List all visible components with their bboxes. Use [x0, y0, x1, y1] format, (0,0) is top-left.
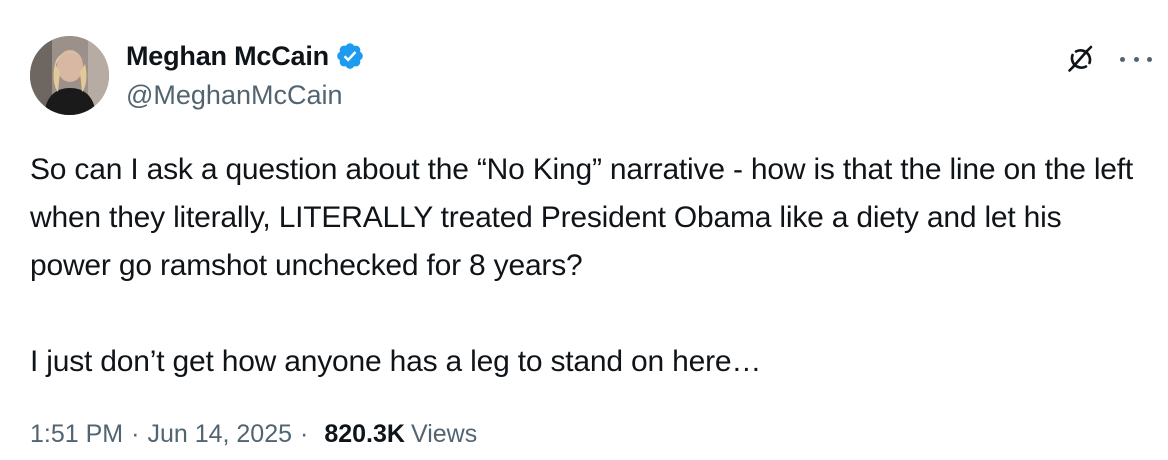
- meta-separator: ·: [131, 420, 140, 448]
- tweet-time[interactable]: 1:51 PM: [30, 420, 123, 449]
- tweet-meta: 1:51 PM · Jun 14, 2025 · 820.3K Views: [30, 420, 477, 449]
- more-options-icon[interactable]: [1120, 51, 1152, 67]
- grok-icon[interactable]: [1064, 42, 1098, 76]
- author-block: Meghan McCain @MeghanMcCain: [126, 38, 365, 111]
- tweet-text: So can I ask a question about the “No Ki…: [30, 146, 1140, 386]
- views-label: Views: [410, 420, 478, 448]
- tweet-paragraph-2: I just don’t get how anyone has a leg to…: [30, 345, 762, 378]
- avatar[interactable]: [30, 36, 109, 115]
- top-actions: [1064, 42, 1152, 76]
- views-count[interactable]: 820.3K: [324, 420, 405, 449]
- name-row: Meghan McCain: [126, 38, 365, 74]
- tweet-paragraph-1: So can I ask a question about the “No Ki…: [30, 153, 1142, 282]
- avatar-image: [30, 36, 109, 115]
- meta-separator: ·: [300, 420, 309, 448]
- tweet-date[interactable]: Jun 14, 2025: [147, 420, 292, 449]
- author-handle[interactable]: @MeghanMcCain: [126, 80, 365, 111]
- tweet-card: Meghan McCain @MeghanMcCain So can I ask…: [0, 0, 1168, 460]
- verified-badge-icon[interactable]: [335, 41, 365, 71]
- author-name[interactable]: Meghan McCain: [126, 41, 329, 72]
